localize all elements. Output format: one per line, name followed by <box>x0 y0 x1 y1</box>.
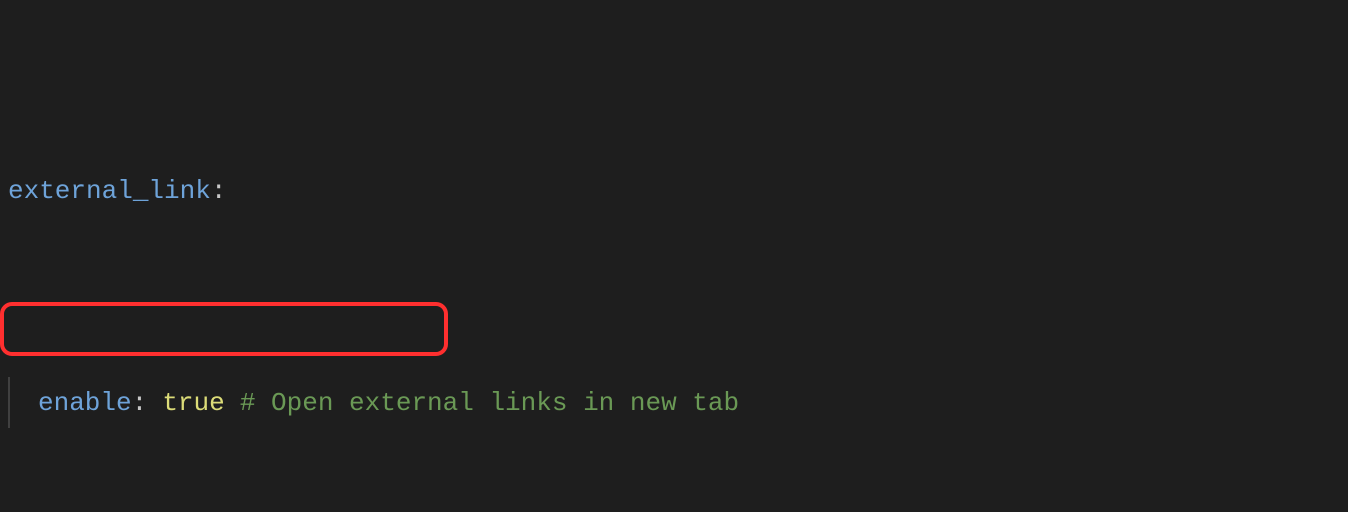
indent-guide <box>8 377 10 428</box>
code-editor[interactable]: external_link: enable: true # Open externa… <box>0 0 1348 512</box>
yaml-key: external_link <box>8 171 211 211</box>
code-line[interactable]: external_link: <box>8 165 1348 216</box>
yaml-value-bool: true <box>162 383 224 423</box>
colon: : <box>211 171 227 211</box>
colon: : <box>132 383 148 423</box>
code-line[interactable]: enable: true # Open external links in new … <box>8 377 1348 428</box>
yaml-key: enable <box>38 383 132 423</box>
annotation-highlight-box <box>0 302 448 356</box>
yaml-comment: # Open external links in new tab <box>240 383 739 423</box>
